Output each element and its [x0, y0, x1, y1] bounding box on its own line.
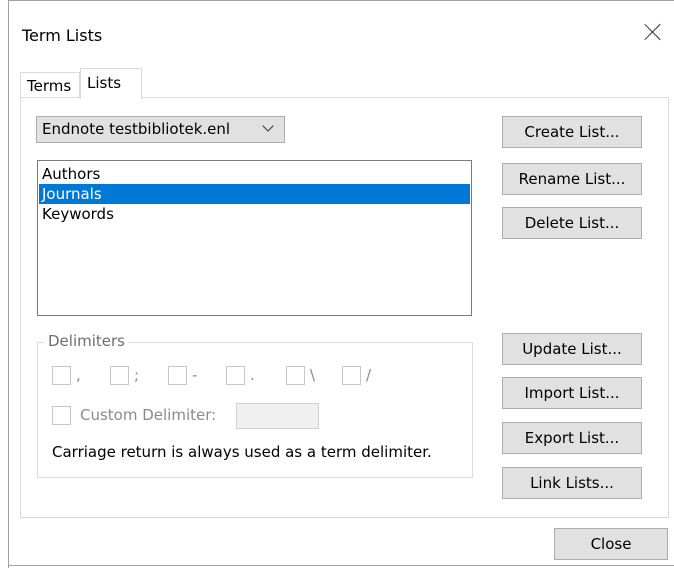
tab-lists-label: Lists	[87, 74, 122, 92]
tab-lists[interactable]: Lists	[80, 68, 142, 99]
update-list-button[interactable]: Update List...	[502, 333, 642, 365]
library-select-value: Endnote testbibliotek.enl	[42, 120, 231, 138]
list-item-keywords[interactable]: Keywords	[39, 204, 470, 224]
delimiter-backslash-checkbox[interactable]	[286, 366, 305, 385]
close-button[interactable]: Close	[554, 528, 668, 560]
list-item-authors[interactable]: Authors	[39, 164, 470, 184]
delimiter-comma-label: ,	[76, 366, 81, 384]
dialog-title: Term Lists	[22, 26, 103, 45]
create-list-button[interactable]: Create List...	[502, 116, 642, 148]
custom-delimiter-input[interactable]	[236, 403, 319, 429]
list-item-journals[interactable]: Journals	[39, 184, 470, 204]
rename-list-button[interactable]: Rename List...	[502, 163, 642, 195]
delimiter-note: Carriage return is always used as a term…	[52, 443, 432, 461]
link-lists-button[interactable]: Link Lists...	[502, 467, 642, 499]
delimiter-period-checkbox[interactable]	[226, 366, 245, 385]
delimiter-slash-label: /	[366, 366, 372, 384]
custom-delimiter-label: Custom Delimiter:	[80, 406, 217, 424]
delimiter-semicolon-label: ;	[134, 366, 140, 384]
export-list-button[interactable]: Export List...	[502, 422, 642, 454]
window-top-border	[8, 0, 674, 1]
tab-terms-label: Terms	[27, 77, 72, 95]
delimiters-legend: Delimiters	[45, 332, 128, 350]
chevron-down-icon	[262, 120, 274, 132]
import-list-button[interactable]: Import List...	[502, 377, 642, 409]
window-left-border	[8, 0, 9, 568]
delete-list-button[interactable]: Delete List...	[502, 207, 642, 239]
delimiter-comma-checkbox[interactable]	[52, 366, 71, 385]
delimiter-dash-checkbox[interactable]	[168, 366, 187, 385]
tab-terms[interactable]: Terms	[20, 72, 80, 97]
window-bottom-border	[8, 565, 674, 566]
delimiter-period-label: .	[250, 366, 255, 384]
delimiter-semicolon-checkbox[interactable]	[110, 366, 129, 385]
term-lists-listbox[interactable]: Authors Journals Keywords	[37, 160, 472, 316]
close-icon[interactable]	[638, 18, 668, 48]
delimiter-slash-checkbox[interactable]	[342, 366, 361, 385]
custom-delimiter-checkbox[interactable]	[52, 406, 71, 425]
delimiter-backslash-label: \	[310, 366, 316, 384]
delimiter-dash-label: -	[192, 366, 198, 384]
library-select[interactable]: Endnote testbibliotek.enl	[36, 116, 285, 143]
